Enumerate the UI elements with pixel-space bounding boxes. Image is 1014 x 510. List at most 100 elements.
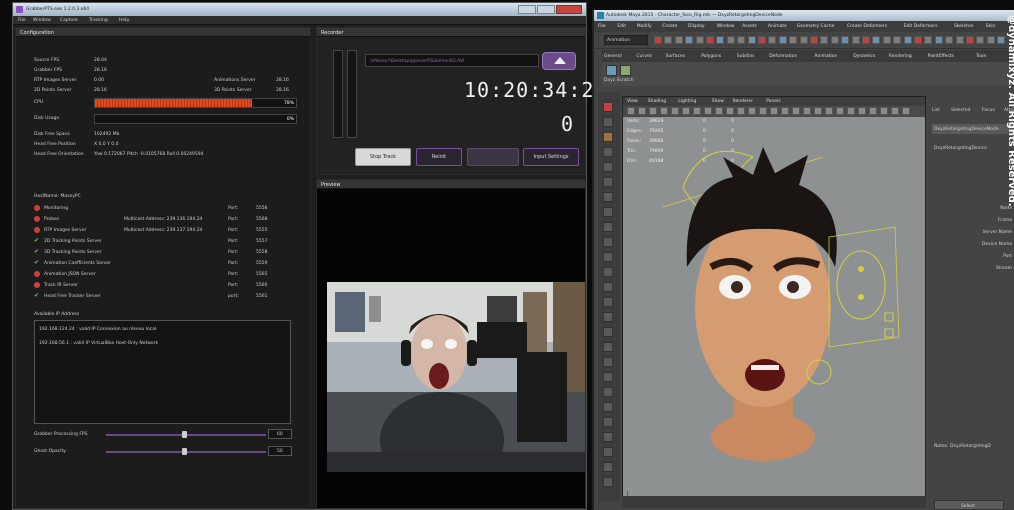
tool-icon[interactable] xyxy=(976,36,985,44)
viewport-tool-icon[interactable] xyxy=(825,107,833,115)
viewport-tool-icon[interactable] xyxy=(682,107,690,115)
viewport-tool-icon[interactable] xyxy=(869,107,877,115)
tool-icon[interactable] xyxy=(716,36,725,44)
viewport-tool-icon[interactable] xyxy=(715,107,723,115)
maximize-button[interactable] xyxy=(537,5,555,14)
viewport-tool-icon[interactable] xyxy=(836,107,844,115)
tool-icon[interactable] xyxy=(695,36,704,44)
eject-button[interactable] xyxy=(542,52,576,70)
toolbox-tool-icon[interactable] xyxy=(603,477,613,487)
toolbox-tool-icon[interactable] xyxy=(603,267,613,277)
shelf-tab[interactable]: PaintEffects xyxy=(928,54,954,59)
viewport-tool-icon[interactable] xyxy=(649,107,657,115)
tool-icon[interactable] xyxy=(674,36,683,44)
minimize-button[interactable] xyxy=(518,5,536,14)
node-tab[interactable]: DxyzRetargetingDeviceNode xyxy=(932,124,1014,134)
toolbox-tool-icon[interactable] xyxy=(603,432,613,442)
tool-icon[interactable] xyxy=(747,36,756,44)
tool-icon[interactable] xyxy=(768,36,777,44)
toolbox-tool-icon[interactable] xyxy=(603,282,613,292)
file-path-field[interactable]: \\Maseyr\Desktop\pjseverf\Salomon62.AVI xyxy=(365,54,539,67)
viewport-tool-icon[interactable] xyxy=(803,107,811,115)
tool-icon[interactable] xyxy=(862,36,870,44)
viewport-menu-item[interactable]: Lighting xyxy=(678,99,696,104)
tool-icon[interactable] xyxy=(945,36,954,44)
viewport-tool-icon[interactable] xyxy=(671,107,679,115)
toolbox-tool-icon[interactable] xyxy=(603,162,613,172)
toolbox-tool-icon[interactable] xyxy=(603,447,613,457)
attribute-tab[interactable]: Focus xyxy=(982,108,995,113)
viewport-tool-icon[interactable] xyxy=(759,107,767,115)
tool-icon[interactable] xyxy=(924,36,933,44)
shelf-tab[interactable]: Surfaces xyxy=(666,54,686,59)
maya-menu-item[interactable]: Animate xyxy=(768,24,787,29)
viewport-tool-icon[interactable] xyxy=(847,107,855,115)
tool-icon[interactable] xyxy=(851,36,860,44)
close-button[interactable] xyxy=(556,5,582,14)
toolbox-tool-icon[interactable] xyxy=(603,417,613,427)
maya-menu-item[interactable]: File xyxy=(598,24,606,29)
viewport-tool-icon[interactable] xyxy=(704,107,712,115)
viewport-tool-icon[interactable] xyxy=(792,107,800,115)
viewport-menu-item[interactable]: Show xyxy=(712,99,724,104)
menu-capture[interactable]: Capture xyxy=(60,18,78,23)
maya-menu-item[interactable]: Create Deformers xyxy=(847,24,887,29)
viewport-tool-icon[interactable] xyxy=(902,107,910,115)
shelf-tab[interactable]: Rendering xyxy=(889,54,912,59)
shelf-tab[interactable]: Polygons xyxy=(701,54,721,59)
toolbox-tool-icon[interactable] xyxy=(603,222,613,232)
viewport-tool-icon[interactable] xyxy=(770,107,778,115)
tool-icon[interactable] xyxy=(789,36,798,44)
tool-icon[interactable] xyxy=(966,36,974,44)
tool-icon[interactable] xyxy=(758,36,766,44)
stop-track-button[interactable]: Stop Track xyxy=(355,148,411,166)
ghost-opacity-value-box[interactable]: 50 xyxy=(268,446,292,456)
toolbox-tool-icon[interactable] xyxy=(603,342,613,352)
toolbox-tool-icon[interactable] xyxy=(603,192,613,202)
tool-icon[interactable] xyxy=(914,36,922,44)
ghost-opacity-slider-handle[interactable] xyxy=(182,448,188,455)
attribute-tab[interactable]: Selected xyxy=(951,108,971,113)
mode-dropdown[interactable]: Animation xyxy=(604,35,648,45)
tool-icon[interactable] xyxy=(706,36,714,44)
shelf-tab[interactable]: Animation xyxy=(814,54,837,59)
maya-menu-item[interactable]: Create xyxy=(662,24,677,29)
reinit-button[interactable]: Reinit xyxy=(416,148,462,166)
attribute-tab[interactable]: List xyxy=(932,108,940,113)
tool-icon[interactable] xyxy=(810,36,818,44)
tool-icon[interactable] xyxy=(778,36,787,44)
viewport-menu-item[interactable]: Panels xyxy=(766,99,780,104)
viewport-menu-item[interactable]: View xyxy=(627,99,638,104)
tool-icon[interactable] xyxy=(986,36,995,44)
shelf-tab[interactable]: General xyxy=(604,54,622,59)
toolbox-tool-icon[interactable] xyxy=(603,147,613,157)
maya-menu-item[interactable]: Assets xyxy=(742,24,757,29)
viewport-tool-icon[interactable] xyxy=(726,107,734,115)
menu-tracking[interactable]: Tracking xyxy=(89,18,108,23)
tool-icon[interactable] xyxy=(685,36,694,44)
tool-icon[interactable] xyxy=(955,36,964,44)
toolbox-tool-icon[interactable] xyxy=(603,207,613,217)
viewport-tool-icon[interactable] xyxy=(891,107,899,115)
tool-icon[interactable] xyxy=(934,36,943,44)
processing-fps-slider-handle[interactable] xyxy=(182,431,188,438)
tool-icon[interactable] xyxy=(737,36,746,44)
shelf-tool-icon[interactable] xyxy=(606,65,617,76)
tool-icon[interactable] xyxy=(664,36,673,44)
tool-icon[interactable] xyxy=(841,36,850,44)
toolbox-tool-icon[interactable] xyxy=(603,312,613,322)
shelf-tab[interactable]: Curves xyxy=(636,54,652,59)
maya-menu-item[interactable]: Edit xyxy=(617,24,626,29)
maya-menu-item[interactable]: Display xyxy=(688,24,705,29)
tool-icon[interactable] xyxy=(882,36,891,44)
viewport-tool-icon[interactable] xyxy=(781,107,789,115)
tool-icon[interactable] xyxy=(654,36,662,44)
viewport-tool-icon[interactable] xyxy=(748,107,756,115)
shelf-tab[interactable]: Dynamics xyxy=(853,54,875,59)
menu-file[interactable]: File xyxy=(18,18,26,23)
toolbox-tool-icon[interactable] xyxy=(603,372,613,382)
toolbox-tool-icon[interactable] xyxy=(603,132,613,142)
toolbox-tool-icon[interactable] xyxy=(603,387,613,397)
shelf-tab[interactable]: Deformation xyxy=(769,54,797,59)
toolbox-tool-icon[interactable] xyxy=(603,402,613,412)
